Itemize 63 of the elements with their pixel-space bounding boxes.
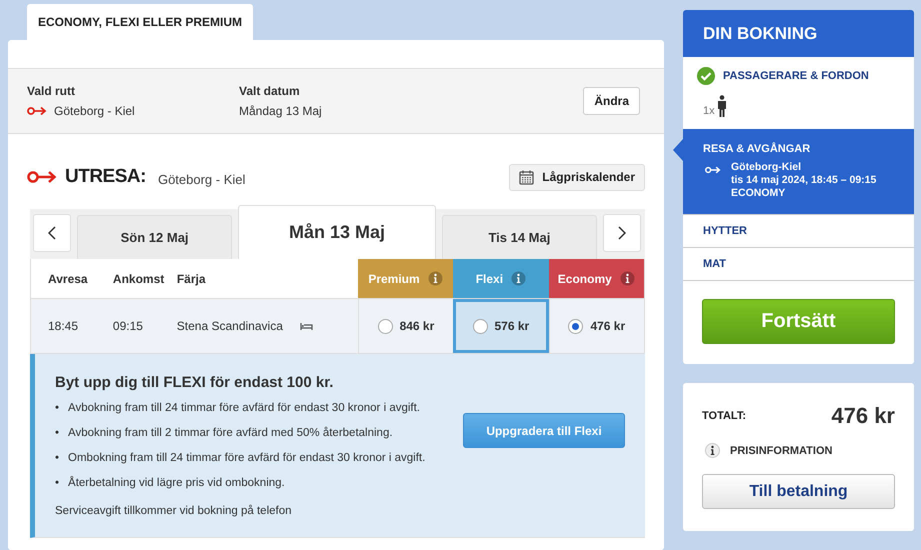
price-option[interactable]: 476 kr xyxy=(548,299,644,353)
benefit-item: Avbokning fram till 2 timmar före avfärd med 50% återbetalning. xyxy=(68,426,393,440)
route-icon xyxy=(27,106,47,116)
person-icon xyxy=(716,95,727,117)
chevron-left-icon xyxy=(48,226,56,240)
fare-header: Flexi xyxy=(453,259,549,298)
outbound-title: UTRESA: xyxy=(65,166,146,188)
date-text: Måndag 13 Maj xyxy=(239,104,322,118)
departure-cell-text: 18:45 xyxy=(47,318,80,335)
route-icon xyxy=(27,170,57,184)
step-pointer xyxy=(673,139,683,161)
arrival-cell-text: 09:15 xyxy=(112,318,144,335)
day-tab[interactable]: Tis 14 Maj xyxy=(442,215,598,259)
benefit-item: Avbokning fram till 24 timmar före avfärd för endast 30 kronor i avgift. xyxy=(68,401,420,415)
bed-icon xyxy=(300,322,313,330)
service-fee-note: Serviceavgift tillkommer vid bokning på telefon xyxy=(55,505,293,517)
radio-button[interactable] xyxy=(378,318,393,334)
ferry-cell-text: Stena Scandinavica xyxy=(176,318,284,335)
total-label: TOTALT: xyxy=(702,410,746,422)
check-icon xyxy=(697,67,715,85)
fare-header: Economy xyxy=(548,259,644,298)
route-text: Göteborg - Kiel xyxy=(54,104,135,118)
benefit-item: Återbetalning vid lägre pris vid ombokning. xyxy=(68,476,285,490)
passenger-count: 1x xyxy=(703,105,715,117)
benefit-item: Ombokning fram till 24 timmar före avfärd för endast 30 kronor i avgift. xyxy=(68,451,426,465)
calendar-icon xyxy=(519,170,534,184)
price-info-link[interactable]: PRISINFORMATION xyxy=(730,444,832,456)
date-label: Valt datum xyxy=(239,84,301,98)
bullet-mark: • xyxy=(55,401,60,415)
step-title: HYTTER xyxy=(702,225,748,237)
step-title: PASSAGERARE & FORDON xyxy=(723,70,869,82)
total-amount: 476 kr xyxy=(831,403,895,429)
column-header: Avresa xyxy=(47,270,89,288)
change-button[interactable]: Ändra xyxy=(583,87,640,115)
next-day-button[interactable] xyxy=(603,214,642,252)
step-title: MAT xyxy=(702,258,728,270)
outbound-route: Göteborg - Kiel xyxy=(158,172,246,186)
step-title: RESA & AVGÅNGAR xyxy=(703,143,812,155)
bullet-mark: • xyxy=(55,476,60,490)
info-icon[interactable] xyxy=(705,443,720,458)
route-label: Vald rutt xyxy=(27,84,76,98)
booking-title: DIN BOKNING xyxy=(683,10,914,57)
day-tab[interactable]: Sön 12 Maj xyxy=(77,215,232,259)
radio-button[interactable] xyxy=(472,318,488,334)
column-header: Ankomst xyxy=(112,270,166,288)
trip-detail: tis 14 maj 2024, 18:45 – 09:15 xyxy=(731,174,876,187)
calendar-button[interactable]: Lågpriskalender xyxy=(509,164,645,190)
day-tab[interactable]: Mån 13 Maj xyxy=(238,205,436,259)
upgrade-title: Byt upp dig till FLEXI för endast 100 kr. xyxy=(55,374,334,391)
previous-day-button[interactable] xyxy=(33,214,71,252)
route-icon xyxy=(705,165,721,175)
bullet-mark: • xyxy=(55,451,60,465)
info-icon[interactable] xyxy=(620,271,635,286)
trip-detail: Göteborg-Kiel xyxy=(731,161,802,174)
pay-button[interactable]: Till betalning xyxy=(702,474,895,509)
fare-header: Premium xyxy=(358,259,454,298)
chevron-right-icon xyxy=(618,226,626,240)
trip-detail: ECONOMY xyxy=(731,187,786,200)
bullet-mark: • xyxy=(55,426,60,440)
column-header: Färja xyxy=(176,270,207,288)
fare-tab[interactable]: ECONOMY, FLEXI ELLER PREMIUM xyxy=(27,4,254,40)
price-option[interactable]: 576 kr xyxy=(453,299,549,353)
radio-button[interactable] xyxy=(568,318,584,334)
